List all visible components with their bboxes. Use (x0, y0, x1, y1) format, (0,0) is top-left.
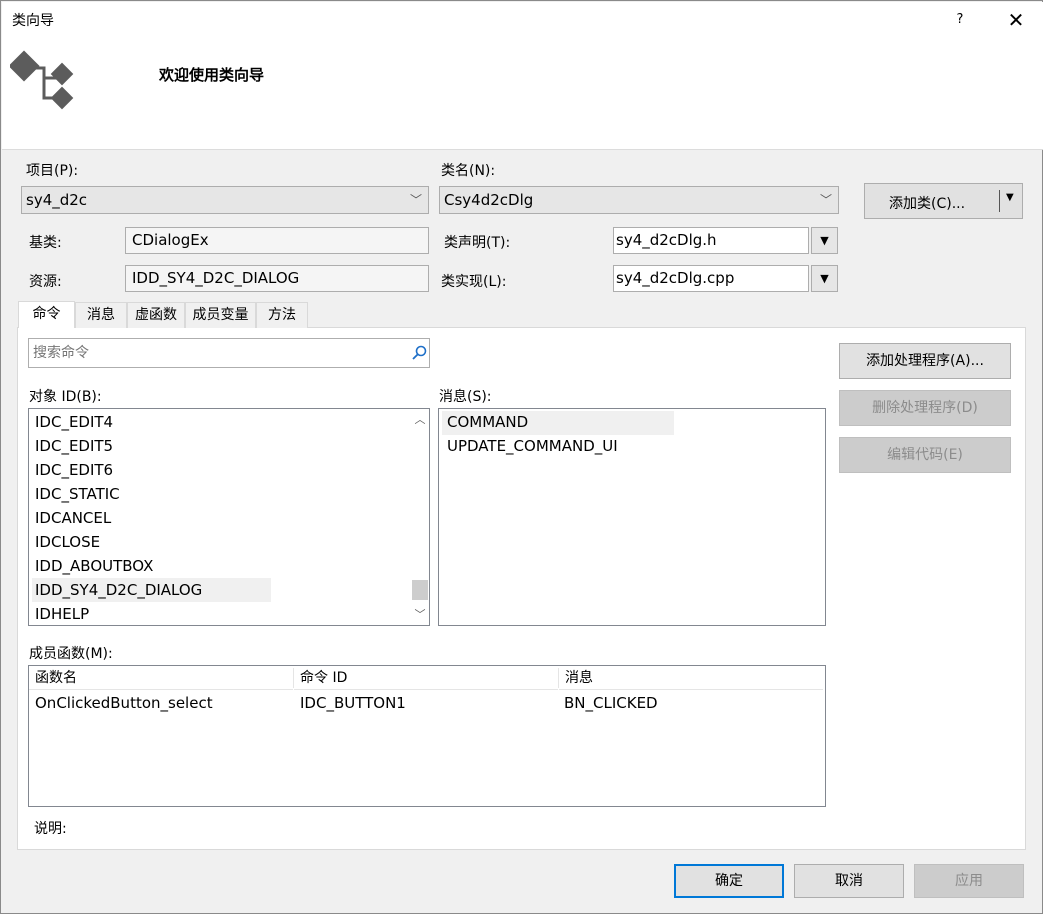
class-decl-label: 类声明(T): (444, 235, 511, 251)
project-value: sy4_d2c (26, 191, 88, 209)
search-icon[interactable] (411, 345, 427, 361)
class-decl-dropdown[interactable]: ▼ (811, 227, 838, 254)
wizard-header (2, 38, 1043, 150)
column-header-command-id[interactable]: 命令 ID (294, 666, 558, 690)
class-wizard-window: 类向导 ? ✕ 欢迎使用类向导 项目(P): sy4_d2c ﹀ 类名(N): … (0, 0, 1043, 914)
tab-messages[interactable]: 消息 (75, 302, 127, 328)
search-input[interactable] (31, 341, 401, 365)
resource-label: 资源: (29, 274, 62, 290)
edit-code-button[interactable]: 编辑代码(E) (839, 437, 1011, 473)
description-label: 说明: (34, 821, 67, 837)
list-item[interactable]: COMMAND (447, 413, 528, 431)
object-id-list[interactable]: IDC_EDIT4 IDC_EDIT5 IDC_EDIT6 IDC_STATIC… (28, 408, 430, 626)
list-item[interactable]: IDD_SY4_D2C_DIALOG (35, 581, 202, 599)
list-item[interactable]: IDC_EDIT6 (35, 461, 113, 479)
tab-commands[interactable]: 命令 (18, 301, 75, 328)
split-divider (999, 190, 1000, 212)
project-combobox[interactable]: sy4_d2c ﹀ (21, 186, 429, 214)
member-functions-label: 成员函数(M): (29, 646, 113, 662)
dropdown-arrow-icon: ▼ (820, 234, 829, 247)
chevron-down-icon: ﹀ (819, 193, 832, 207)
window-title: 类向导 (12, 13, 54, 29)
table-cell: OnClickedButton_select (35, 694, 213, 712)
search-box[interactable] (28, 338, 430, 368)
table-cell: BN_CLICKED (564, 694, 658, 712)
help-button[interactable]: ? (946, 6, 974, 34)
ok-button[interactable]: 确定 (674, 864, 784, 898)
classname-combobox[interactable]: Csy4d2cDlg ﹀ (439, 186, 839, 214)
add-class-label: 添加类(C)... (889, 196, 966, 212)
messages-list[interactable]: COMMAND UPDATE_COMMAND_UI (438, 408, 826, 626)
resource-field: IDD_SY4_D2C_DIALOG (125, 265, 429, 292)
title-bar: 类向导 ? ✕ (2, 2, 1043, 38)
cancel-button[interactable]: 取消 (794, 864, 904, 898)
class-impl-label: 类实现(L): (441, 274, 507, 290)
list-item[interactable]: IDCLOSE (35, 533, 100, 551)
add-class-button[interactable]: 添加类(C)... ▼ (864, 183, 1023, 219)
list-item[interactable]: IDCANCEL (35, 509, 111, 527)
classname-value: Csy4d2cDlg (444, 191, 534, 209)
table-cell: IDC_BUTTON1 (300, 694, 406, 712)
class-hierarchy-icon (10, 50, 74, 110)
list-item[interactable]: IDC_EDIT4 (35, 413, 113, 431)
welcome-text: 欢迎使用类向导 (159, 66, 265, 84)
tab-member-variables[interactable]: 成员变量 (185, 302, 256, 328)
list-item[interactable]: IDC_STATIC (35, 485, 120, 503)
add-handler-button[interactable]: 添加处理程序(A)... (839, 343, 1011, 379)
scroll-down-icon[interactable]: ﹀ (411, 606, 429, 623)
close-button[interactable]: ✕ (1000, 6, 1032, 34)
member-functions-table[interactable]: 函数名 命令 ID 消息 OnClickedButton_select IDC_… (28, 665, 826, 807)
scrollbar[interactable]: ︿ ﹀ (411, 409, 429, 625)
base-class-label: 基类: (29, 235, 62, 251)
class-impl-dropdown[interactable]: ▼ (811, 265, 838, 292)
classname-label: 类名(N): (441, 163, 496, 179)
tab-virtual-functions[interactable]: 虚函数 (127, 302, 185, 328)
dropdown-arrow-icon: ▼ (820, 272, 829, 285)
class-impl-field[interactable]: sy4_d2cDlg.cpp (613, 265, 809, 292)
chevron-down-icon: ﹀ (409, 193, 422, 207)
list-item[interactable]: UPDATE_COMMAND_UI (447, 437, 618, 455)
dropdown-arrow-icon[interactable]: ▼ (1006, 192, 1014, 203)
list-item[interactable]: IDHELP (35, 605, 89, 623)
apply-button[interactable]: 应用 (914, 864, 1024, 898)
project-label: 项目(P): (26, 163, 79, 179)
column-header-function[interactable]: 函数名 (29, 666, 293, 690)
delete-handler-button[interactable]: 删除处理程序(D) (839, 390, 1011, 426)
column-header-message[interactable]: 消息 (559, 666, 823, 690)
list-item[interactable]: IDC_EDIT5 (35, 437, 113, 455)
class-decl-field[interactable]: sy4_d2cDlg.h (613, 227, 809, 254)
scroll-up-icon[interactable]: ︿ (411, 411, 429, 428)
tab-methods[interactable]: 方法 (256, 302, 308, 328)
object-id-label: 对象 ID(B): (29, 389, 102, 405)
scroll-thumb[interactable] (412, 580, 428, 600)
base-class-field: CDialogEx (125, 227, 429, 254)
messages-label: 消息(S): (439, 389, 492, 405)
table-row[interactable]: OnClickedButton_select IDC_BUTTON1 BN_CL… (29, 692, 823, 716)
list-item[interactable]: IDD_ABOUTBOX (35, 557, 153, 575)
